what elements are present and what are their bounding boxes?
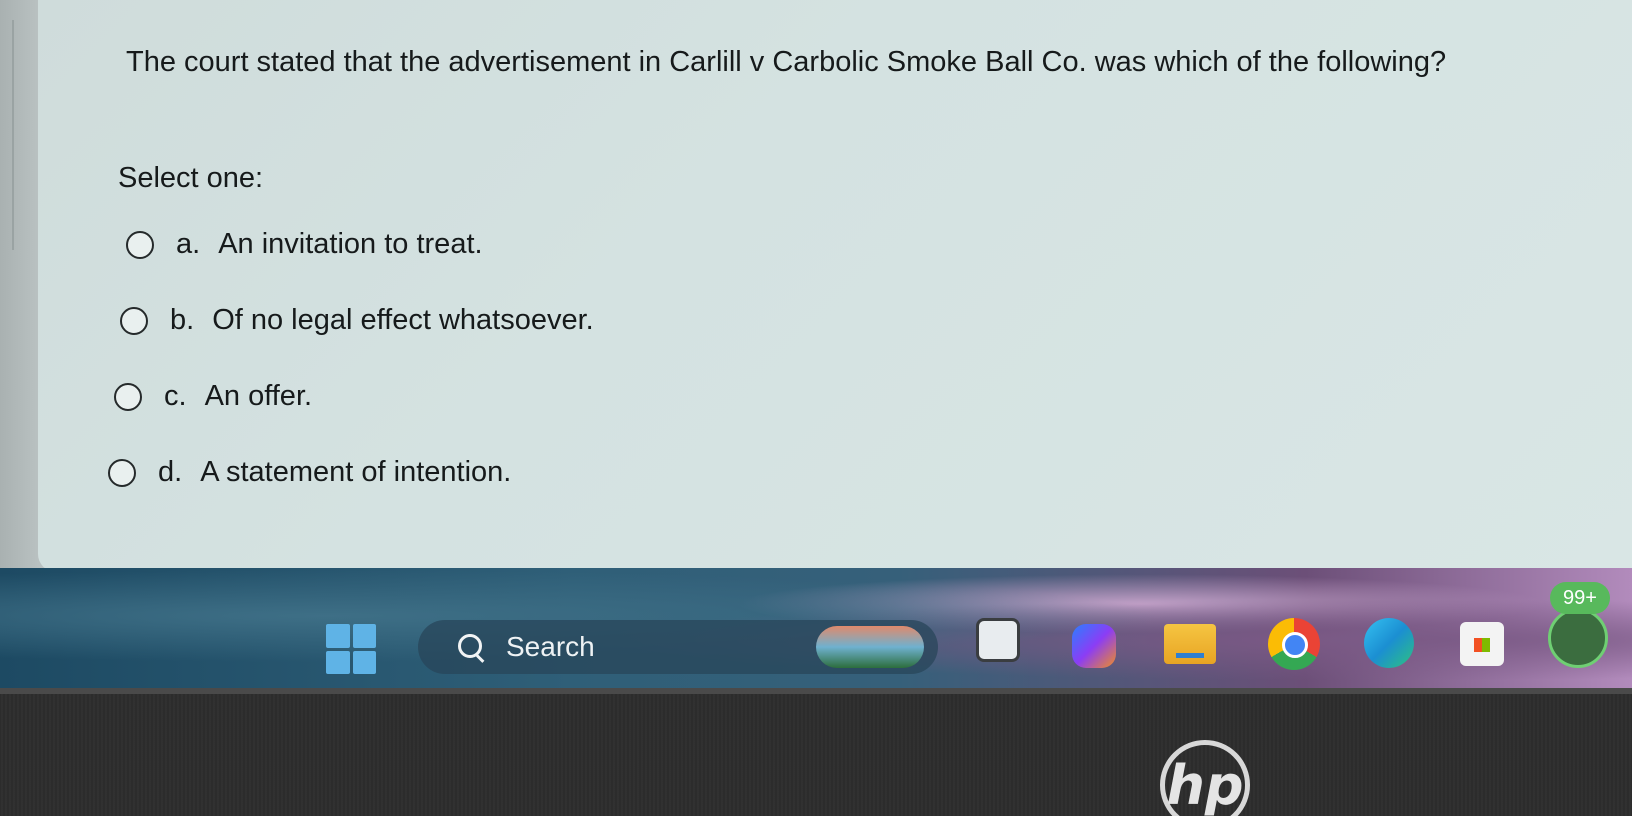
file-explorer-icon[interactable] bbox=[1164, 624, 1216, 664]
whatsapp-icon[interactable] bbox=[1548, 608, 1608, 668]
option-c-text: An offer. bbox=[204, 380, 313, 412]
option-b-letter: b. bbox=[170, 304, 195, 336]
question-panel: The court stated that the advertisement … bbox=[38, 0, 1632, 572]
search-icon bbox=[458, 634, 485, 663]
taskbar: Search 99+ bbox=[0, 568, 1632, 688]
option-b-radio[interactable] bbox=[120, 306, 148, 335]
search-label: Search bbox=[506, 631, 595, 662]
app-icon[interactable] bbox=[976, 618, 1020, 662]
laptop-bezel: hp bbox=[0, 688, 1632, 816]
option-d-text: A statement of intention. bbox=[200, 456, 512, 488]
option-a-text: An invitation to treat. bbox=[218, 228, 483, 260]
search-highlight-image[interactable] bbox=[816, 626, 924, 668]
chrome-icon[interactable] bbox=[1268, 618, 1320, 670]
option-b[interactable]: b. Of no legal effect whatsoever. bbox=[120, 304, 594, 337]
option-a[interactable]: a. An invitation to treat. bbox=[126, 228, 483, 261]
start-tile bbox=[326, 624, 350, 648]
window-edge bbox=[12, 20, 14, 250]
start-tile bbox=[326, 650, 350, 674]
option-a-radio[interactable] bbox=[126, 230, 154, 259]
option-d-letter: d. bbox=[158, 456, 183, 488]
windows-start-icon[interactable] bbox=[326, 624, 376, 674]
option-d-radio[interactable] bbox=[108, 458, 136, 487]
microsoft-store-icon[interactable] bbox=[1460, 622, 1504, 666]
option-c[interactable]: c. An offer. bbox=[114, 380, 312, 413]
edge-icon[interactable] bbox=[1364, 618, 1414, 668]
option-c-radio[interactable] bbox=[114, 382, 142, 411]
option-d[interactable]: d. A statement of intention. bbox=[108, 456, 511, 489]
screen: The court stated that the advertisement … bbox=[0, 0, 1632, 816]
question-text: The court stated that the advertisement … bbox=[126, 46, 1447, 78]
copilot-icon[interactable] bbox=[1072, 624, 1116, 668]
option-a-letter: a. bbox=[176, 228, 201, 260]
option-c-letter: c. bbox=[164, 380, 187, 412]
option-b-text: Of no legal effect whatsoever. bbox=[212, 304, 594, 336]
start-tile bbox=[352, 650, 376, 674]
select-one-label: Select one: bbox=[118, 162, 264, 194]
notification-badge: 99+ bbox=[1550, 582, 1610, 614]
hp-logo: hp bbox=[1160, 740, 1250, 816]
start-tile bbox=[352, 624, 376, 648]
